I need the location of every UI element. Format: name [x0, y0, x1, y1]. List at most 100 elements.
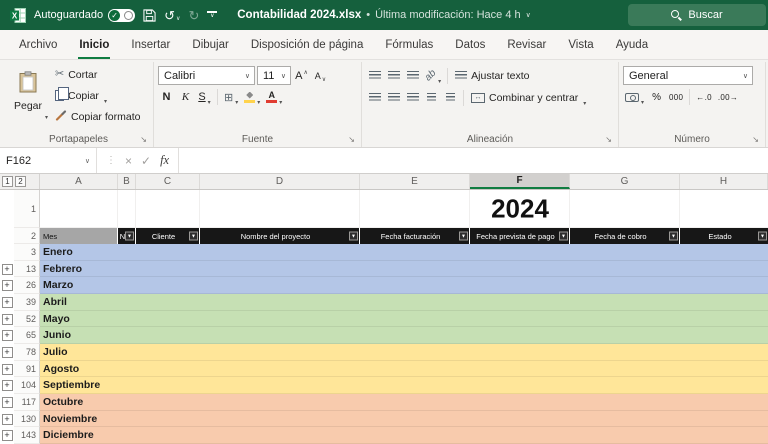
- comma-style-button[interactable]: 000: [667, 88, 685, 106]
- row-header[interactable]: 3: [14, 244, 40, 261]
- month-cell[interactable]: Febrero: [40, 260, 768, 278]
- font-size-combobox[interactable]: 11 ∨: [257, 66, 291, 85]
- underline-button[interactable]: S ▾: [196, 88, 213, 106]
- header-cell-fecha-facturacion[interactable]: Fecha facturación ▼: [360, 228, 470, 244]
- expand-group-button[interactable]: +: [1, 380, 13, 392]
- increase-font-size-button[interactable]: A ∧: [293, 67, 310, 85]
- header-cell-nombre-proyecto[interactable]: Nombre del proyecto ▼: [200, 228, 360, 244]
- autosave-toggle[interactable]: Autoguardado ✓: [34, 8, 136, 22]
- month-cell[interactable]: Julio: [40, 344, 768, 361]
- font-color-button[interactable]: A ▾: [264, 88, 284, 106]
- month-cell[interactable]: Junio: [40, 327, 768, 345]
- dialog-launcher-icon[interactable]: ↘: [140, 136, 147, 144]
- month-cell[interactable]: Diciembre: [40, 427, 768, 444]
- dialog-launcher-icon[interactable]: ↘: [752, 136, 759, 144]
- accounting-format-button[interactable]: ▾: [623, 88, 646, 106]
- month-cell[interactable]: Abril: [40, 294, 768, 311]
- month-cell[interactable]: Noviembre: [40, 410, 768, 428]
- tab-datos[interactable]: Datos: [444, 30, 496, 59]
- row-header[interactable]: 2: [14, 228, 40, 244]
- expand-group-button[interactable]: +: [1, 363, 13, 375]
- font-family-combobox[interactable]: Calibri ∨: [158, 66, 255, 85]
- bold-button[interactable]: N: [158, 88, 175, 106]
- filter-dropdown-icon[interactable]: ▼: [669, 231, 678, 241]
- autosave-switch[interactable]: ✓: [108, 8, 136, 22]
- expand-group-button[interactable]: +: [1, 396, 13, 408]
- tab-dibujar[interactable]: Dibujar: [181, 30, 239, 59]
- outline-level-1-button[interactable]: 1: [2, 176, 13, 187]
- expand-group-button[interactable]: +: [1, 413, 13, 425]
- expand-group-button[interactable]: +: [1, 263, 13, 275]
- column-header-e[interactable]: E: [360, 174, 470, 189]
- row-header[interactable]: 78: [14, 344, 40, 361]
- month-cell[interactable]: Agosto: [40, 360, 768, 378]
- month-cell[interactable]: Octubre: [40, 394, 768, 411]
- align-right-button[interactable]: [404, 89, 421, 107]
- tab-revisar[interactable]: Revisar: [496, 30, 557, 59]
- merge-center-button[interactable]: ↔ Combinar y centrar ▾: [468, 88, 589, 107]
- header-cell-mes[interactable]: Mes: [40, 228, 118, 244]
- row-header[interactable]: 104: [14, 377, 40, 395]
- row-header[interactable]: 91: [14, 360, 40, 378]
- grid-cell[interactable]: [200, 190, 360, 227]
- borders-button[interactable]: ⊞ ▾: [222, 88, 240, 107]
- decrease-font-size-button[interactable]: A ∨: [312, 67, 329, 85]
- column-header-c[interactable]: C: [136, 174, 200, 189]
- align-left-button[interactable]: [366, 89, 383, 107]
- document-title-menu[interactable]: Contabilidad 2024.xlsx • Última modifica…: [237, 9, 531, 21]
- wrap-text-button[interactable]: Ajustar texto: [452, 66, 532, 85]
- filter-dropdown-icon[interactable]: ▼: [559, 231, 568, 241]
- tab-inicio[interactable]: Inicio: [68, 30, 120, 59]
- tab-ayuda[interactable]: Ayuda: [605, 30, 659, 59]
- align-middle-button[interactable]: [385, 67, 402, 85]
- header-cell-n[interactable]: N ▼: [118, 228, 136, 244]
- orientation-button[interactable]: ab ▾: [423, 67, 443, 85]
- formula-input[interactable]: [179, 148, 768, 173]
- drag-handle-icon[interactable]: ⋮: [106, 155, 116, 166]
- name-box[interactable]: F162 ∨: [0, 148, 97, 173]
- header-cell-estado[interactable]: Estado ▼: [680, 228, 768, 244]
- grid-cell[interactable]: [40, 190, 118, 227]
- expand-group-button[interactable]: +: [1, 430, 13, 442]
- filter-dropdown-icon[interactable]: ▼: [189, 231, 198, 241]
- row-header[interactable]: 52: [14, 310, 40, 328]
- cut-button[interactable]: ✂ Cortar: [52, 65, 143, 84]
- dialog-launcher-icon[interactable]: ↘: [348, 136, 355, 144]
- month-cell[interactable]: Septiembre: [40, 377, 768, 395]
- percent-style-button[interactable]: %: [648, 88, 665, 106]
- filter-dropdown-icon[interactable]: ▼: [459, 231, 468, 241]
- tab-formulas[interactable]: Fórmulas: [374, 30, 444, 59]
- row-header[interactable]: 13: [14, 260, 40, 278]
- column-header-h[interactable]: H: [680, 174, 768, 189]
- month-cell[interactable]: Mayo: [40, 310, 768, 328]
- grid-cell[interactable]: [136, 190, 200, 227]
- expand-group-button[interactable]: +: [1, 346, 13, 358]
- grid-cell[interactable]: [118, 190, 136, 227]
- undo-icon[interactable]: ↺ ∨: [164, 9, 180, 22]
- tab-vista[interactable]: Vista: [557, 30, 604, 59]
- customize-toolbar-icon[interactable]: ∨: [207, 11, 218, 19]
- row-header[interactable]: 117: [14, 394, 40, 411]
- grid-cell[interactable]: [680, 190, 768, 227]
- tab-disposicion-de-pagina[interactable]: Disposición de página: [240, 30, 375, 59]
- filter-dropdown-icon[interactable]: ▼: [125, 231, 134, 241]
- outline-level-2-button[interactable]: 2: [15, 176, 26, 187]
- search-box[interactable]: Buscar: [628, 4, 766, 26]
- column-header-a[interactable]: A: [40, 174, 118, 189]
- expand-group-button[interactable]: +: [1, 296, 13, 308]
- decrease-decimal-button[interactable]: .00→: [716, 88, 740, 106]
- tab-archivo[interactable]: Archivo: [8, 30, 68, 59]
- fill-color-button[interactable]: ▾: [242, 88, 262, 106]
- insert-function-icon[interactable]: fx: [160, 153, 169, 168]
- row-header[interactable]: 143: [14, 427, 40, 444]
- align-bottom-button[interactable]: [404, 67, 421, 85]
- row-header[interactable]: 130: [14, 410, 40, 428]
- filter-dropdown-icon[interactable]: ▼: [349, 231, 358, 241]
- expand-group-button[interactable]: +: [1, 280, 13, 292]
- row-header[interactable]: 26: [14, 277, 40, 295]
- number-format-combobox[interactable]: General ∨: [623, 66, 753, 85]
- row-header[interactable]: 1: [14, 190, 40, 228]
- copy-button[interactable]: Copiar ▾: [52, 86, 143, 105]
- align-top-button[interactable]: [366, 67, 383, 85]
- header-cell-cliente[interactable]: Cliente ▼: [136, 228, 200, 244]
